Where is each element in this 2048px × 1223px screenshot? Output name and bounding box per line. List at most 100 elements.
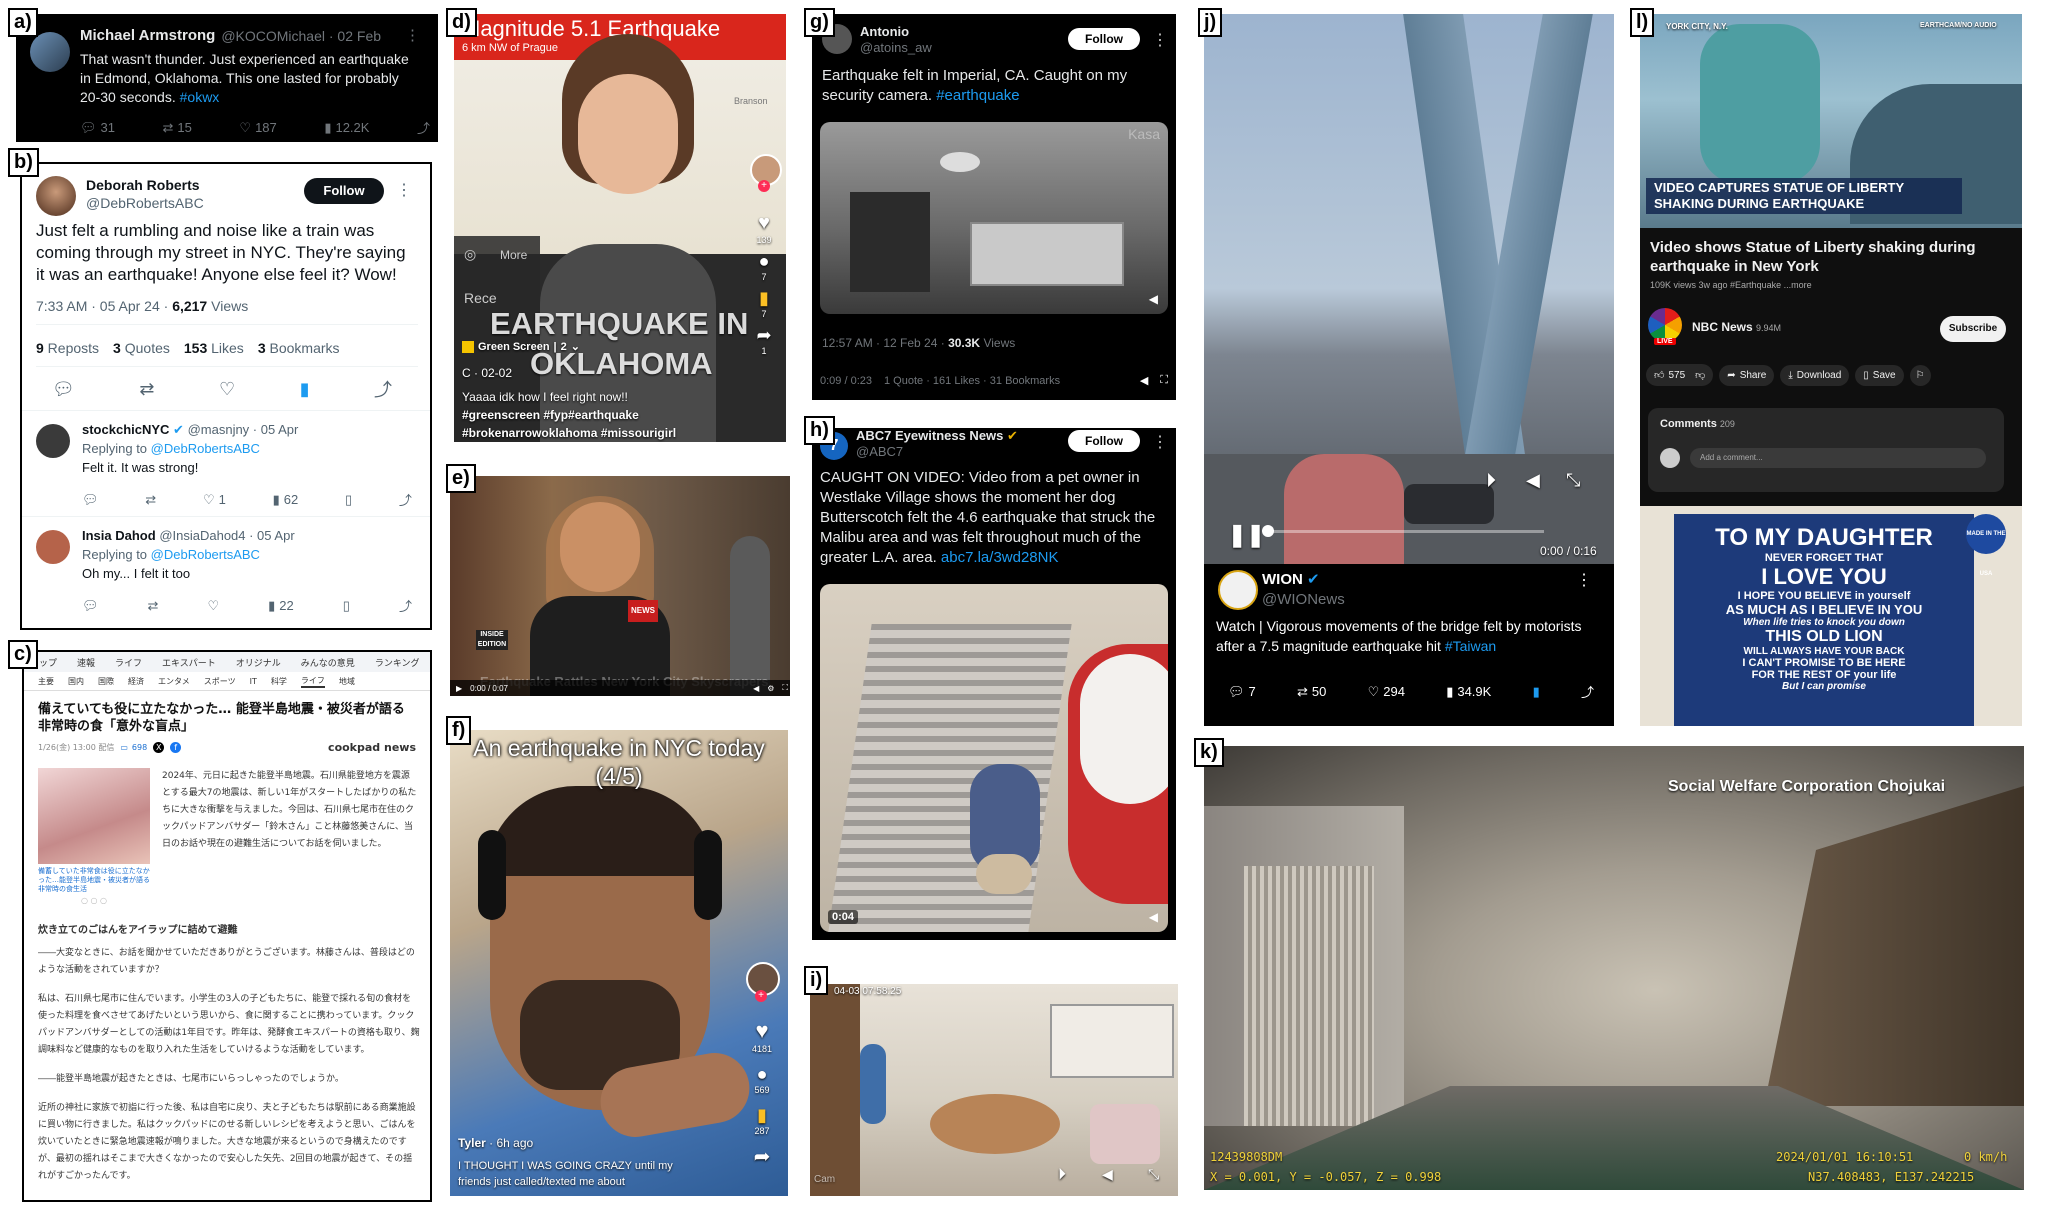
progress-handle[interactable]	[1262, 525, 1274, 537]
subnav-item[interactable]: 主要	[38, 676, 54, 687]
author-name[interactable]: WION	[1262, 571, 1303, 588]
more-icon[interactable]: ⋮	[1152, 432, 1168, 452]
comments-box[interactable]: Comments 209 Add a comment...	[1648, 408, 2004, 492]
dashcam-video[interactable]	[1204, 746, 2024, 1190]
bookmark-icon[interactable]: ▯	[345, 492, 352, 508]
views-button[interactable]: ▮ 12.2K	[324, 120, 369, 136]
avatar[interactable]	[36, 530, 70, 564]
volume-icon[interactable]: ◀︎	[1149, 292, 1158, 306]
views-button[interactable]: ▮ 22	[268, 598, 294, 614]
volume-icon[interactable]: ◀︎	[1526, 470, 1540, 491]
hashtags[interactable]: #greenscreen #fyp#earthquake	[462, 406, 676, 424]
settings-icon[interactable]: ⚙	[767, 684, 774, 693]
share-icon[interactable]: ➦	[752, 325, 776, 346]
creator-name[interactable]: Tyler	[458, 1136, 486, 1150]
reply-author[interactable]: stockchicNYC	[82, 422, 169, 437]
hashtag-link[interactable]: #earthquake	[936, 87, 1019, 104]
chevron-down-icon[interactable]: ⌄	[571, 340, 580, 353]
x-share-icon[interactable]: X	[153, 742, 165, 753]
download-button[interactable]: ⤓ Download	[1780, 364, 1850, 386]
views-button[interactable]: ▮ 62	[273, 492, 299, 508]
heart-icon[interactable]: ♥	[752, 212, 776, 235]
nav-item[interactable]: 速報	[67, 656, 105, 669]
nav-item[interactable]: オリジナル	[226, 656, 291, 669]
share-icon[interactable]: ⤴	[374, 376, 392, 402]
comment-input[interactable]: Add a comment...	[1690, 448, 1986, 468]
subnav-item[interactable]: 国内	[68, 676, 84, 687]
reply-icon[interactable]: 💬︎	[82, 598, 99, 614]
repost-button[interactable]: ⇄ 15	[163, 120, 192, 136]
bookmark-icon[interactable]: ▮	[746, 1105, 778, 1126]
video-frame[interactable]	[450, 730, 788, 1196]
bookmark-icon[interactable]: ▯	[343, 598, 350, 614]
author-name[interactable]: Deborah Roberts	[86, 176, 204, 194]
reply-button[interactable]: 💬︎ 31	[80, 120, 115, 136]
follow-button[interactable]: Follow	[1068, 28, 1140, 50]
hashtag-link[interactable]: #okwx	[180, 89, 220, 105]
reply-button[interactable]: 💬︎ 7	[1228, 684, 1256, 700]
more-icon[interactable]: ⋮	[1576, 570, 1592, 590]
hashtags[interactable]: #brokenarrowoklahoma #missourigirl	[462, 424, 676, 442]
globe-icon[interactable]: ◎	[464, 246, 476, 263]
avatar[interactable]	[36, 176, 76, 216]
volume-icon[interactable]: ◀︎	[1102, 1166, 1113, 1183]
bookmark-icon[interactable]: ▮	[1533, 684, 1540, 700]
reply-icon[interactable]: 💬︎	[52, 379, 75, 400]
subnav-item[interactable]: 経済	[128, 676, 144, 687]
comment-icon[interactable]: ●	[752, 251, 776, 272]
pet-video[interactable]: 0:04 ◀︎	[820, 584, 1168, 932]
article-photo[interactable]	[38, 768, 150, 864]
fullscreen-icon[interactable]: ⛶	[782, 683, 788, 693]
video-meta[interactable]: 109K views 3w ago #Earthquake ...more	[1650, 280, 1812, 290]
volume-icon[interactable]: ◀︎	[753, 684, 759, 693]
author-handle[interactable]: @WIONews	[1262, 590, 1345, 610]
volume-icon[interactable]: ◀︎	[1149, 910, 1158, 924]
subnav-item[interactable]: 地域	[339, 676, 355, 687]
avatar[interactable]	[30, 32, 70, 72]
likes-stat[interactable]: 153 Likes	[184, 340, 244, 356]
nav-item[interactable]: みんなの意見	[291, 656, 365, 669]
follow-plus-icon[interactable]: +	[758, 180, 770, 192]
bookmarks-stat[interactable]: 3 Bookmarks	[258, 340, 340, 356]
effect-label[interactable]: Green Screen	[478, 341, 550, 353]
comments-link[interactable]: ▭ 698	[120, 743, 147, 752]
article-link[interactable]: abc7.la/3wd28NK	[941, 549, 1059, 566]
source-logo[interactable]: cookpad news	[328, 741, 416, 754]
save-button[interactable]: ▯ Save	[1855, 364, 1904, 386]
subscribe-button[interactable]: Subscribe	[1940, 316, 2006, 342]
author-name[interactable]: Antonio	[860, 24, 932, 40]
fullscreen-icon[interactable]: ⛶	[1160, 374, 1168, 387]
nav-item[interactable]: ライフ	[105, 656, 152, 669]
play-icon[interactable]: ⏵	[1486, 470, 1496, 493]
comment-icon[interactable]: ●	[746, 1064, 778, 1085]
fullscreen-icon[interactable]: ⤡	[1148, 1166, 1159, 1183]
mention-link[interactable]: @DebRobertsABC	[151, 441, 260, 456]
subnav-item[interactable]: IT	[250, 677, 257, 686]
author-handle[interactable]: @ABC7	[856, 444, 1018, 460]
nbc-logo[interactable]	[1648, 308, 1682, 342]
nav-item[interactable]: エキスパート	[152, 656, 226, 669]
quotes-stat[interactable]: 3 Quotes	[113, 340, 170, 356]
subnav-item[interactable]: エンタメ	[158, 676, 190, 687]
heart-icon[interactable]: ♡	[207, 598, 219, 614]
facebook-share-icon[interactable]: f	[170, 742, 182, 753]
more-icon[interactable]: ⋮	[396, 180, 412, 200]
author-handle[interactable]: @KOCOMichael · 02 Feb	[221, 26, 381, 46]
repost-icon[interactable]: ⇄	[148, 598, 159, 614]
security-camera-video[interactable]: Kasa ◀︎	[820, 122, 1168, 314]
bridge-video[interactable]	[1204, 14, 1614, 564]
repost-icon[interactable]: ⇄	[145, 492, 156, 508]
subnav-item[interactable]: 科学	[271, 676, 287, 687]
home-camera-video[interactable]	[810, 984, 1178, 1196]
ad-blanket[interactable]: TO MY DAUGHTER NEVER FORGET THAT I LOVE …	[1640, 506, 2022, 726]
subnav-item[interactable]: 国際	[98, 676, 114, 687]
pause-icon[interactable]: ❚❚	[1228, 522, 1265, 548]
subnav-item[interactable]: スポーツ	[204, 676, 236, 687]
photo-caption[interactable]: 備蓄していた非常食は役に立たなかった…能登半島地震・被災者が語る非常時の食生活	[38, 867, 150, 894]
author-name[interactable]: ABC7 Eyewitness News	[856, 428, 1003, 443]
repost-icon[interactable]: ⇄	[139, 379, 154, 400]
thumbs-down-icon[interactable]: 👎︎	[1695, 369, 1705, 381]
nav-item[interactable]: ランキング	[365, 656, 430, 669]
share-button[interactable]: ➦ Share	[1719, 364, 1775, 386]
bookmark-icon[interactable]: ▮	[752, 288, 776, 309]
